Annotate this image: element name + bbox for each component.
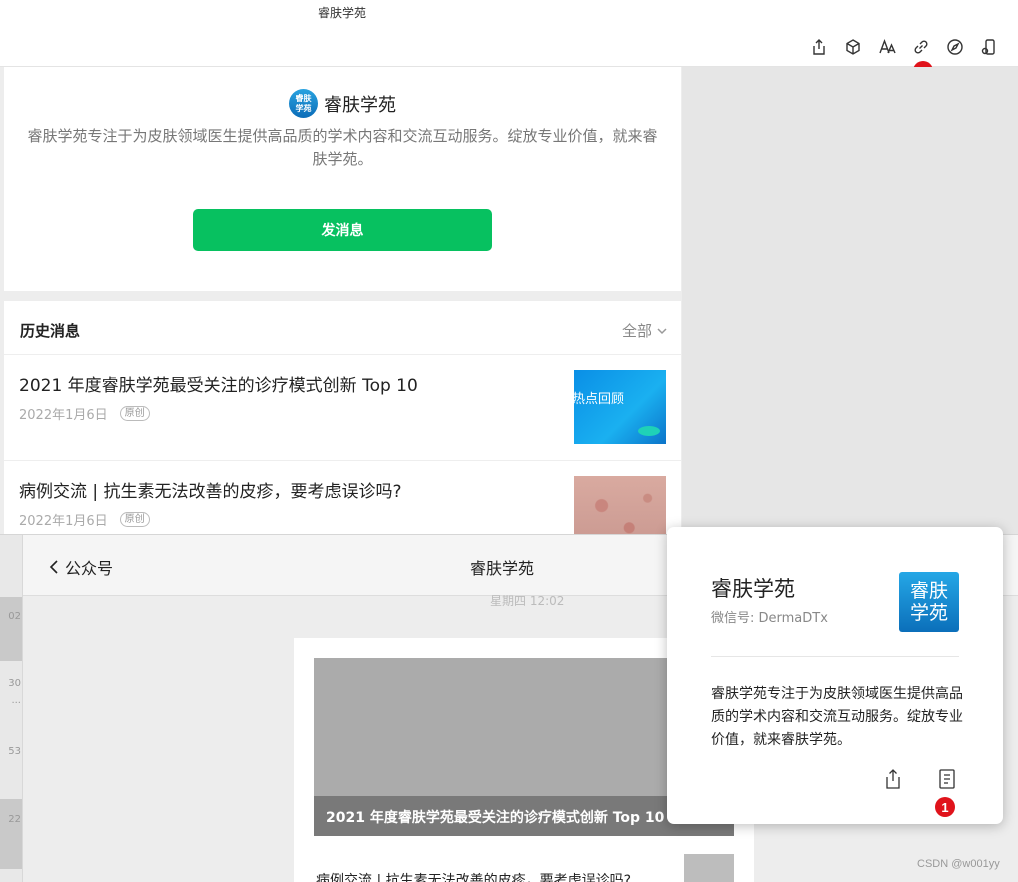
font-size-icon[interactable] (876, 36, 898, 58)
toolbar (808, 36, 1000, 58)
chat-list-time: 30 (8, 678, 21, 689)
account-info-popover: 睿肤学苑 微信号: DermaDTx 睿肤 学苑 睿肤学苑专注于为皮肤领域医生提… (667, 527, 1003, 824)
article-title: 病例交流 | 抗生素无法改善的皮疹，要考虑误诊吗? (19, 482, 402, 502)
empty-panel (682, 67, 1018, 534)
article-date: 2022年1月6日 (19, 408, 108, 423)
article-date: 2022年1月6日 (19, 514, 108, 529)
chat-title: 睿肤学苑 (470, 559, 535, 578)
send-message-button[interactable]: 发消息 (193, 209, 492, 251)
account-description: 睿肤学苑专注于为皮肤领域医生提供高品质的学术内容和交流互动服务。绽放专业价值，就… (27, 127, 658, 168)
message-timestamp: 星期四 12:02 (490, 594, 565, 608)
share-icon[interactable] (883, 768, 903, 790)
watermark: CSDN @w001yy (917, 858, 1000, 870)
chat-list-selected-row[interactable] (0, 799, 22, 869)
popover-account-name: 睿肤学苑 (711, 577, 795, 601)
step-badge-1: 1 (935, 797, 955, 817)
divider (711, 656, 959, 657)
list-item[interactable]: 病例交流 | 抗生素无法改善的皮疹，要考虑误诊吗? 2022年1月6日 原创 (4, 461, 681, 534)
popover-actions (883, 768, 957, 790)
popover-wechat-id: 微信号: DermaDTx (711, 611, 828, 626)
popover-description: 睿肤学苑专注于为皮肤领域医生提供高品质的学术内容和交流互动服务。绽放专业价值，就… (711, 686, 963, 748)
chat-list-time: 22 (8, 814, 21, 825)
popover-account-logo: 睿肤 学苑 (899, 572, 959, 632)
sub-article-title[interactable]: 病例交流 | 抗生素无法改善的皮疹，要考虑误诊吗? (316, 870, 631, 882)
history-title: 历史消息 (20, 322, 81, 340)
history-messages: 历史消息 全部 2021 年度睿肤学苑最受关注的诊疗模式创新 Top 10 20… (4, 301, 681, 534)
phone-icon[interactable] (978, 36, 1000, 58)
cube-icon[interactable] (842, 36, 864, 58)
profile-header: 睿肤 学苑 睿肤学苑 (4, 89, 681, 118)
profile-card: 睿肤 学苑 睿肤学苑 睿肤学苑专注于为皮肤领域医生提供高品质的学术内容和交流互动… (4, 67, 681, 291)
title-bar: 睿肤学苑 (0, 0, 1018, 67)
article-thumbnail: 热点回顾 (574, 370, 666, 444)
link-icon[interactable] (910, 36, 932, 58)
window-title: 睿肤学苑 (317, 6, 366, 20)
account-logo: 睿肤 学苑 (289, 89, 318, 118)
thumbnail-text: 热点回顾 (574, 392, 625, 407)
chat-list-time: 02 (8, 611, 21, 622)
article-list-window: 睿肤学苑 2 睿肤 学 (0, 0, 1018, 534)
compass-icon[interactable] (944, 36, 966, 58)
original-tag: 原创 (119, 406, 150, 421)
chat-list-ellipsis: ... (11, 695, 21, 706)
thumbnail-decoration (638, 426, 660, 436)
chevron-left-icon (49, 560, 58, 574)
chat-list-edge: 02 30 ... 53 22 (0, 535, 23, 882)
chevron-down-icon (657, 327, 667, 334)
original-tag: 原创 (119, 512, 150, 527)
back-button[interactable]: 公众号 (49, 555, 113, 579)
sub-article-thumbnail (684, 854, 734, 882)
article-meta: 2022年1月6日 原创 (19, 510, 150, 529)
history-header: 历史消息 全部 (4, 301, 681, 355)
chat-list-selected-row[interactable] (0, 597, 22, 661)
document-icon[interactable] (937, 768, 957, 790)
account-name: 睿肤学苑 (324, 94, 396, 116)
article-thumbnail (574, 476, 666, 534)
list-item[interactable]: 2021 年度睿肤学苑最受关注的诊疗模式创新 Top 10 2022年1月6日 … (4, 355, 681, 461)
article-title: 2021 年度睿肤学苑最受关注的诊疗模式创新 Top 10 (19, 376, 418, 396)
share-icon[interactable] (808, 36, 830, 58)
chat-list-time: 53 (8, 746, 21, 757)
history-filter-dropdown[interactable]: 全部 (622, 320, 667, 341)
article-meta: 2022年1月6日 原创 (19, 404, 150, 423)
